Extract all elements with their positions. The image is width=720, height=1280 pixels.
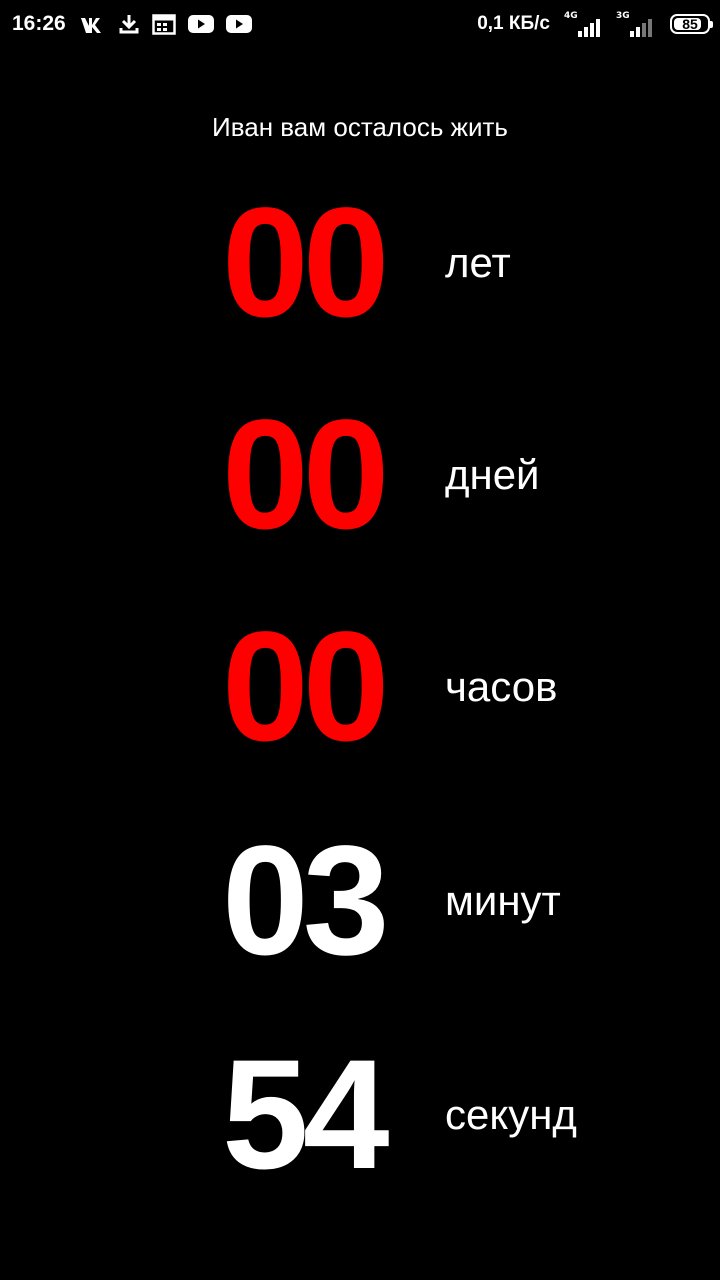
countdown-row-years: 00 лет [0,176,720,350]
countdown-row-seconds: 54 секунд [0,1028,720,1202]
battery-tip [710,21,713,28]
countdown-row-hours: 00 часов [0,600,720,774]
countdown-row-days: 00 дней [0,388,720,562]
battery-level: 85 [682,16,698,32]
countdown-value-hours: 00 [222,600,390,774]
status-bar-left: 16:26 [12,8,264,40]
page-title: Иван вам осталось жить [212,112,508,142]
youtube-icon [187,14,214,34]
countdown-unit-minutes: минут [445,877,561,924]
network-speed: 0,1 КБ/с [477,13,550,34]
countdown-unit-days: дней [445,451,540,498]
download-icon [118,13,140,35]
countdown-row-minutes: 03 минут [0,814,720,988]
status-bar: 16:26 0,1 КБ/с 4G 3G 85 [0,0,720,48]
battery-icon: 85 [670,14,713,34]
countdown-unit-seconds: секунд [445,1091,577,1138]
countdown-value-minutes: 03 [222,814,390,988]
vk-icon [80,15,106,33]
sim2-signal-icon: 3G [614,11,658,37]
calendar-icon [151,13,176,35]
countdown-unit-hours: часов [445,663,558,710]
youtube-icon [225,14,252,34]
countdown-value-years: 00 [222,176,390,350]
status-time: 16:26 [12,12,66,35]
status-bar-right: 0,1 КБ/с 4G 3G 85 [477,8,713,40]
countdown-value-days: 00 [222,388,390,562]
sim1-signal-icon: 4G [562,11,606,37]
countdown-unit-years: лет [445,239,511,286]
countdown-value-seconds: 54 [222,1028,390,1202]
